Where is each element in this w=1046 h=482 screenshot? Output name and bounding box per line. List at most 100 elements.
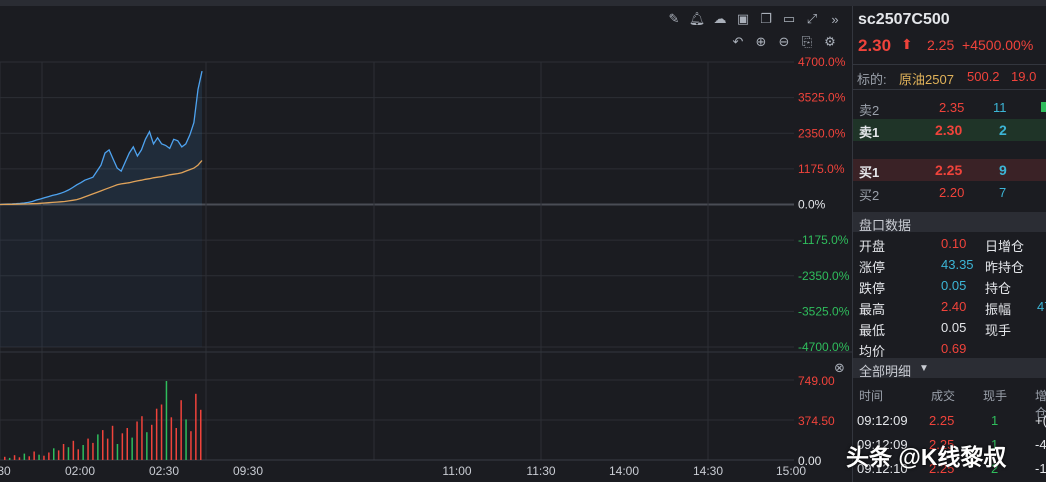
close-icon[interactable]: ⊗ [834,360,845,375]
save-icon[interactable]: ⎘ [799,34,815,50]
stat-value: 0.10 [941,236,967,251]
order-book-ask2[interactable]: 卖2 2.35 11 [853,97,1046,118]
x-tick-label: 14:00 [609,464,639,478]
pen-icon[interactable]: ✎ [666,11,682,27]
trades-header-cell: 现手 [983,389,1008,403]
underlying-price: 500.2 [967,69,1000,84]
zoom-in-icon[interactable]: ⊕ [753,34,769,50]
order-book-bid1[interactable]: 买1 2.25 9 [853,159,1046,181]
volume-bar [200,409,202,460]
stat-label-right: 持仓 [985,281,1012,296]
intraday-chart[interactable]: 4700.0% 3525.0% 2350.0% 1175.0% 0.0% -1175.0%… [0,6,852,482]
volume-bar [102,430,104,460]
trade-cell: 09:12:09 [857,413,908,428]
stat-label-right: 昨持仓 [985,260,1025,275]
watermark: 头条 @K线黎叔 [846,444,1007,470]
volume-bar [131,437,133,460]
y-tick-label: 4700.0% [798,55,846,69]
volume-bar [146,432,148,460]
order-book-bid2[interactable]: 买2 2.20 7 [853,182,1046,203]
volume-bar [4,456,6,460]
bid1-label: 买1 [859,165,880,180]
zoom-out-icon[interactable]: ⊖ [776,34,792,50]
stat-value: 0.05 [941,320,967,335]
monitor-icon[interactable]: ▭ [781,11,797,27]
ask1-price: 2.30 [935,122,963,138]
copy-icon[interactable]: ❐ [758,11,774,27]
collapse-icon[interactable]: » [827,11,843,27]
stats-section-header[interactable]: 盘口数据 [853,212,1046,233]
ask1-label: 卖1 [859,125,880,140]
volume-bar [151,424,153,460]
trades-section-header[interactable]: 全部明细 ▼ [853,358,1046,379]
volume-bar [111,425,114,460]
volume-bar [121,433,124,460]
y-tick-label: 0.0% [798,198,826,212]
change-percent: +4500.00% [962,37,1034,53]
y-tick-label: 1175.0% [798,162,845,176]
x-tick-label: 30 [0,464,11,478]
stat-value: 2.40 [941,299,967,314]
stat-value: 43.35 [941,257,974,272]
volume-bar [195,393,197,460]
volume-bar [160,404,163,460]
stat-label: 跌停 [859,281,886,296]
chart-toolbar-top: ✎ 🔔︎ ☁ ▣ ❐ ▭ ⤢ » [666,11,843,27]
settings-icon[interactable]: ⚙ [822,34,838,50]
stat-label: 开盘 [859,239,886,254]
y-tick-label: -2350.0% [798,269,850,283]
bid2-label: 买2 [859,188,880,203]
volume-bar [190,431,192,460]
stat-label: 最低 [859,323,886,338]
volume-bar [82,445,84,460]
trades-title: 全部明细 [859,364,912,379]
stat-label-right: 日增仓 [985,239,1025,254]
x-tick-label: 11:30 [526,464,555,478]
trades-header-cell: 成交 [931,389,956,403]
bid1-price: 2.25 [935,162,963,178]
volume-bar [136,421,138,460]
trades-header-cell: 时间 [859,389,884,403]
vol-tick-label: 749.00 [798,374,835,388]
up-arrow-icon: ⬆ [901,36,913,52]
ask2-price: 2.35 [939,100,965,115]
bell-icon[interactable]: 🔔︎ [689,11,706,27]
stat-label: 最高 [859,302,886,317]
undo-icon[interactable]: ↶ [730,34,746,50]
x-tick-label: 02:00 [65,464,95,478]
ask1-qty: 2 [999,122,1007,138]
x-tick-label: 09:30 [233,464,263,478]
underlying-label: 标的: [857,72,887,87]
volume-bar [97,434,99,460]
x-tick-label: 02:30 [149,464,179,478]
y-tick-label: -1175.0% [798,233,849,247]
order-book-ask1[interactable]: 卖1 2.30 2 [853,119,1046,141]
y-tick-label: -3525.0% [798,304,850,318]
volume-bar [53,448,55,460]
underlying-name: 原油2507 [899,72,954,87]
last-price: 2.30 [858,36,892,55]
volume-bar [180,400,182,460]
volume-bar [33,451,35,460]
volume-bar [28,456,30,460]
volume-bar [116,444,119,460]
stats-title: 盘口数据 [859,218,912,233]
y-tick-label: 2350.0% [798,126,846,140]
volume-bar [87,438,89,460]
price-area [0,71,202,205]
trade-cell: +( [1035,413,1046,428]
dropdown-caret-icon[interactable]: ▼ [919,363,929,374]
bid2-price: 2.20 [939,185,965,200]
volume-bar [18,457,21,460]
underlying-row[interactable]: 标的: 原油2507 500.2 19.0 [853,64,1046,90]
stat-label-right: 振幅 [985,302,1012,317]
volume-bar [92,442,94,460]
fullscreen-icon[interactable]: ⤢ [804,11,820,27]
camera-icon[interactable]: ▣ [735,11,751,27]
underlying-change: 19.0 [1011,69,1037,84]
bid2-qty: 7 [999,185,1007,200]
trade-cell: 2.25 [929,413,955,428]
volume-bar [165,381,168,460]
cloud-icon[interactable]: ☁ [712,11,728,27]
stat-value: 0.69 [941,341,967,356]
